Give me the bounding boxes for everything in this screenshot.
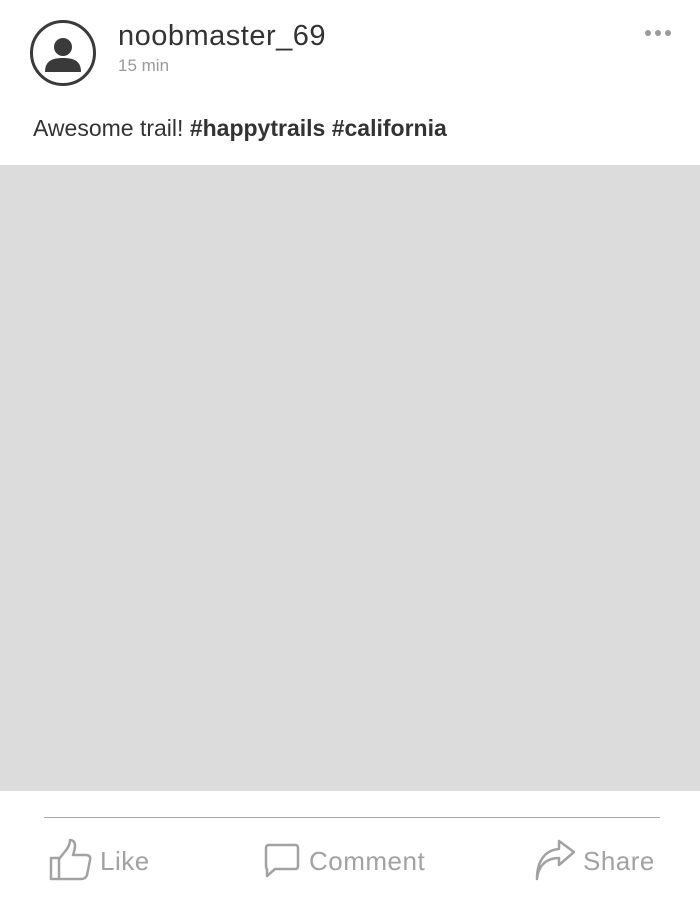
hashtag-link[interactable]: #california xyxy=(332,115,447,141)
post-image-placeholder[interactable] xyxy=(0,165,700,791)
post-header: noobmaster_69 15 min Awesome trail! #hap… xyxy=(0,0,700,165)
share-label: Share xyxy=(583,845,655,876)
share-button[interactable]: Share xyxy=(533,836,655,886)
caption-text: Awesome trail! xyxy=(33,115,190,141)
share-arrow-icon xyxy=(535,839,576,881)
comment-button[interactable]: Comment xyxy=(261,836,425,886)
hashtag-link[interactable]: #happytrails xyxy=(190,115,326,141)
post-caption: Awesome trail! #happytrails #california xyxy=(33,115,447,142)
more-options-button[interactable] xyxy=(638,20,678,46)
author-username[interactable]: noobmaster_69 xyxy=(118,20,326,53)
more-options-icon xyxy=(645,30,671,36)
thumbs-up-icon xyxy=(49,838,92,881)
user-avatar-icon xyxy=(45,38,81,72)
divider xyxy=(44,817,660,818)
comment-bubble-icon xyxy=(264,843,300,878)
like-button[interactable]: Like xyxy=(48,836,150,886)
post-timestamp: 15 min xyxy=(118,56,170,75)
avatar[interactable] xyxy=(30,20,96,86)
like-label: Like xyxy=(100,845,150,876)
comment-label: Comment xyxy=(309,845,426,876)
